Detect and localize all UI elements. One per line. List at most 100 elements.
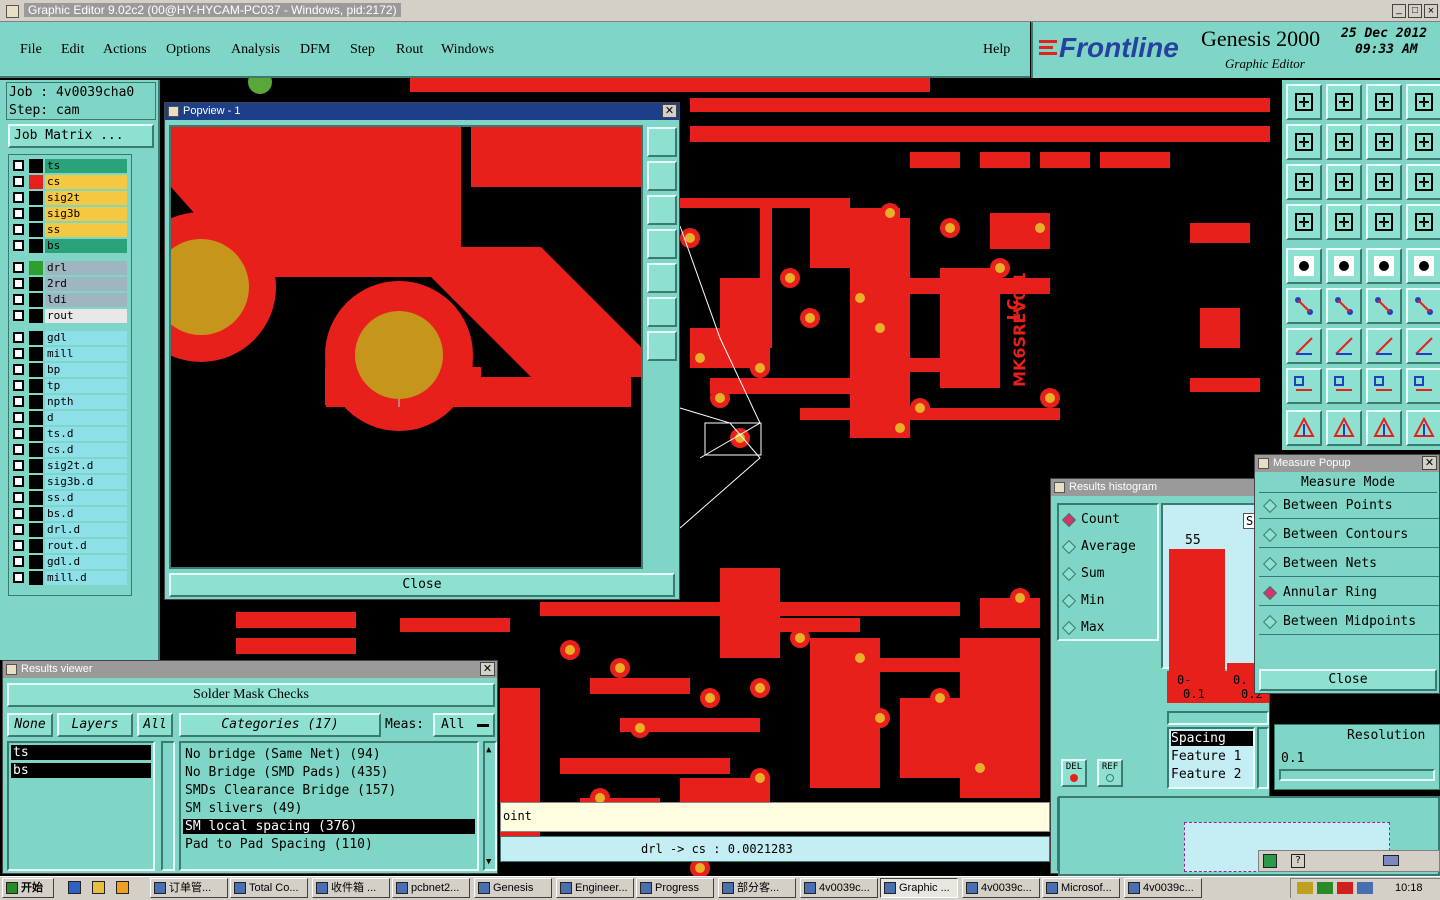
layer-color-swatch[interactable]	[29, 491, 43, 505]
scroll-down-icon[interactable]: ▼	[486, 857, 491, 867]
layer-row-cs-d[interactable]: cs.d	[13, 443, 129, 457]
close-window-button[interactable]: ×	[1424, 4, 1438, 18]
layer-row-mill-d[interactable]: mill.d	[13, 571, 129, 585]
ime-icon[interactable]	[1263, 854, 1277, 868]
layer-row-ts-d[interactable]: ts.d	[13, 427, 129, 441]
check-item[interactable]: Pad to Pad Spacing (110)	[183, 837, 475, 852]
layer-color-swatch[interactable]	[29, 507, 43, 521]
group-tool-icon[interactable]	[1406, 368, 1440, 404]
layer-checkbox[interactable]	[13, 428, 24, 439]
menu-dfm[interactable]: DFM	[300, 42, 330, 58]
select-circle-icon[interactable]	[1406, 248, 1440, 284]
layer-name[interactable]: rout	[45, 309, 127, 323]
layer-checkbox[interactable]	[13, 364, 24, 375]
menu-rout[interactable]: Rout	[396, 42, 423, 58]
layer-name[interactable]: cs	[45, 175, 127, 189]
layer-row-bp[interactable]: bp	[13, 363, 129, 377]
quick-launch-ie-icon[interactable]	[68, 881, 81, 894]
layer-row-d[interactable]: d	[13, 411, 129, 425]
help-icon[interactable]	[1406, 164, 1440, 200]
layer-checkbox[interactable]	[13, 540, 24, 551]
measure-mode-annular-ring[interactable]: Annular Ring	[1259, 580, 1439, 606]
layer-name[interactable]: sig3b.d	[45, 475, 127, 489]
layer-row-tp[interactable]: tp	[13, 379, 129, 393]
layer-checkbox[interactable]	[13, 208, 24, 219]
measure-mode-between-contours[interactable]: Between Contours	[1259, 522, 1439, 548]
meas-select[interactable]: All	[433, 713, 495, 737]
resolution-slider[interactable]	[1279, 769, 1435, 781]
popview-canvas[interactable]	[169, 125, 643, 569]
layer-color-swatch[interactable]	[29, 363, 43, 377]
layer-color-swatch[interactable]	[29, 379, 43, 393]
maximize-button[interactable]: □	[1408, 4, 1422, 18]
dimension-icon[interactable]	[1366, 368, 1402, 404]
histogram-mode-average[interactable]: Average	[1059, 534, 1153, 560]
layer-row-bs-d[interactable]: bs.d	[13, 507, 129, 521]
menu-help[interactable]: Help	[983, 42, 1010, 58]
result-layer-ts[interactable]: ts	[11, 745, 151, 760]
layer-checkbox[interactable]	[13, 278, 24, 289]
home-icon[interactable]	[1366, 84, 1402, 120]
layer-name[interactable]: rout.d	[45, 539, 127, 553]
layer-name[interactable]: drl	[45, 261, 127, 275]
cross-select-icon[interactable]	[1326, 288, 1362, 324]
layer-row-bs[interactable]: bs	[13, 239, 129, 253]
layer-row-ts[interactable]: ts	[13, 159, 129, 173]
layer-color-swatch[interactable]	[29, 239, 43, 253]
layer-name[interactable]: d	[45, 411, 127, 425]
taskbar-item[interactable]: Microsof...	[1042, 878, 1120, 898]
menu-step[interactable]: Step	[350, 42, 375, 58]
layer-row-cs[interactable]: cs	[13, 175, 129, 189]
measure-pc-icon[interactable]	[1406, 288, 1440, 324]
layer-row-sig3b[interactable]: sig3b	[13, 207, 129, 221]
layer-checkbox[interactable]	[13, 294, 24, 305]
layer-row-rout-d[interactable]: rout.d	[13, 539, 129, 553]
help-icon[interactable]: ?	[1291, 854, 1305, 868]
move-right-icon[interactable]	[1326, 124, 1362, 160]
taskbar-item[interactable]: Total Co...	[230, 878, 308, 898]
checks-scrollbar[interactable]: ▲ ▼	[483, 741, 497, 871]
layer-color-swatch[interactable]	[29, 475, 43, 489]
feature-2-item[interactable]: Feature 2	[1171, 767, 1241, 782]
triangle-d-icon[interactable]	[1406, 410, 1440, 446]
layer-color-swatch[interactable]	[29, 309, 43, 323]
layer-name[interactable]: cs.d	[45, 443, 127, 457]
layer-checkbox[interactable]	[13, 380, 24, 391]
none-button[interactable]: None	[7, 713, 53, 737]
layer-row-ldi[interactable]: ldi	[13, 293, 129, 307]
popview-pan-left-icon[interactable]	[647, 229, 677, 259]
measure-close-button[interactable]: Close	[1259, 669, 1437, 691]
layer-row-sig3b-d[interactable]: sig3b.d	[13, 475, 129, 489]
layer-color-swatch[interactable]	[29, 223, 43, 237]
zoom-center-icon[interactable]	[1326, 164, 1362, 200]
scroll-up-icon[interactable]: ▲	[486, 745, 491, 755]
layer-color-swatch[interactable]	[29, 347, 43, 361]
layer-checkbox[interactable]	[13, 332, 24, 343]
taskbar-item[interactable]: Engineer...	[556, 878, 634, 898]
layer-name[interactable]: tp	[45, 379, 127, 393]
layer-row-sig2t[interactable]: sig2t	[13, 191, 129, 205]
popview-zoom-in-icon[interactable]	[647, 297, 677, 327]
taskbar-item[interactable]: 4v0039c...	[800, 878, 878, 898]
layer-name[interactable]: ss	[45, 223, 127, 237]
triangle-c-icon[interactable]	[1366, 410, 1402, 446]
histogram-mode-sum[interactable]: Sum	[1059, 561, 1153, 587]
menu-windows[interactable]: Windows	[441, 42, 494, 58]
layer-name[interactable]: sig3b	[45, 207, 127, 221]
layer-row-2rd[interactable]: 2rd	[13, 277, 129, 291]
check-item[interactable]: No Bridge (SMD Pads) (435)	[183, 765, 475, 780]
layer-name[interactable]: sig2t.d	[45, 459, 127, 473]
layer-checkbox[interactable]	[13, 310, 24, 321]
quick-launch-media-icon[interactable]	[116, 881, 129, 894]
taskbar-item[interactable]: Graphic ...	[880, 878, 958, 898]
triangle-b-icon[interactable]	[1326, 410, 1362, 446]
layer-color-swatch[interactable]	[29, 293, 43, 307]
snap-b-icon[interactable]	[1406, 204, 1440, 240]
layer-checkbox[interactable]	[13, 224, 24, 235]
menu-analysis[interactable]: Analysis	[231, 42, 280, 58]
layer-name[interactable]: ts.d	[45, 427, 127, 441]
grid-icon[interactable]	[1326, 204, 1362, 240]
layer-checkbox[interactable]	[13, 572, 24, 583]
all-button[interactable]: All	[137, 713, 173, 737]
histogram-mode-count[interactable]: Count	[1059, 507, 1153, 533]
